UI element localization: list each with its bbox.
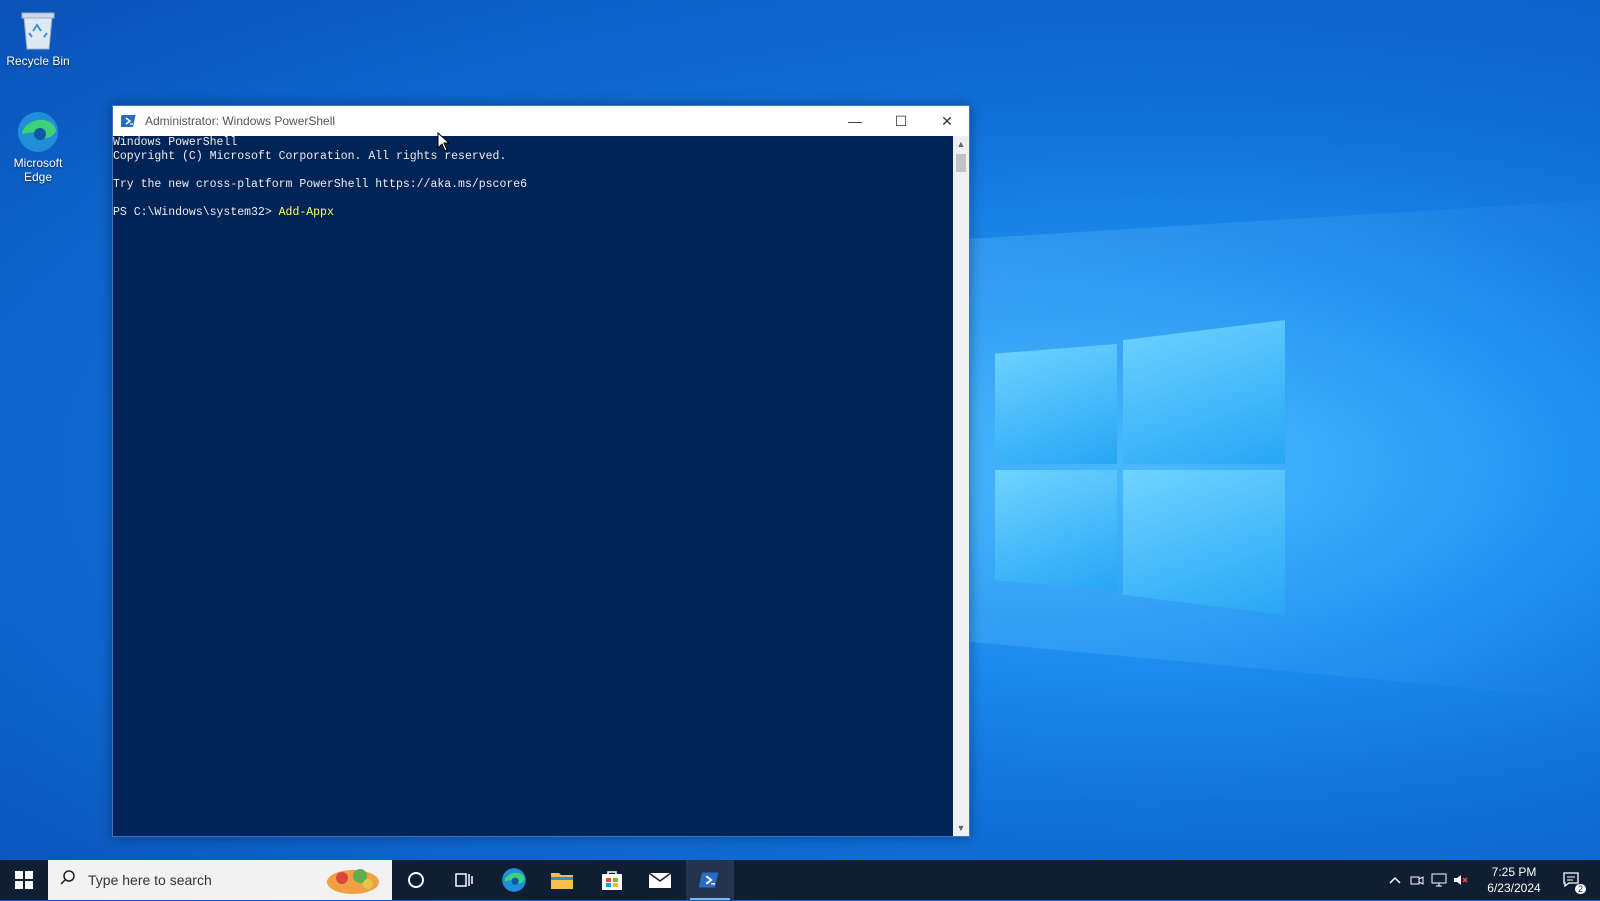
taskbar-powershell-button[interactable] (686, 860, 734, 900)
taskbar-search-box[interactable]: Type here to search (48, 860, 392, 900)
powershell-icon (119, 113, 137, 129)
network-icon (1431, 873, 1447, 887)
search-highlight-icon (322, 864, 384, 901)
edge-icon (502, 868, 526, 892)
cortana-icon (408, 872, 424, 888)
console-prompt: PS C:\Windows\system32> (113, 206, 279, 219)
minimize-button[interactable]: — (832, 106, 878, 136)
window-title: Administrator: Windows PowerShell (145, 114, 336, 128)
chevron-up-icon (1389, 876, 1401, 884)
search-icon (60, 869, 76, 891)
search-placeholder: Type here to search (88, 872, 212, 888)
show-hidden-icons-button[interactable] (1384, 860, 1406, 900)
taskbar-file-explorer-button[interactable] (538, 860, 586, 900)
maximize-button[interactable]: ☐ (878, 106, 924, 136)
powershell-window[interactable]: Administrator: Windows PowerShell — ☐ ✕ … (112, 105, 970, 837)
desktop-icon-recycle-bin[interactable]: Recycle Bin (0, 8, 76, 68)
window-titlebar[interactable]: Administrator: Windows PowerShell — ☐ ✕ (113, 106, 969, 136)
maximize-icon: ☐ (894, 112, 908, 129)
task-view-icon (455, 873, 473, 887)
console-line: Try the new cross-platform PowerShell ht… (113, 178, 528, 191)
console-scrollbar[interactable]: ▲ ▼ (953, 136, 969, 836)
windows-start-icon (15, 871, 33, 889)
console-line: Copyright (C) Microsoft Corporation. All… (113, 150, 507, 163)
taskbar-store-button[interactable] (588, 860, 636, 900)
tray-network-button[interactable] (1428, 860, 1450, 900)
mouse-cursor-icon (437, 131, 451, 157)
close-icon: ✕ (941, 112, 953, 129)
scrollbar-thumb[interactable] (956, 154, 966, 172)
cortana-button[interactable] (392, 860, 440, 900)
file-explorer-icon (551, 873, 573, 889)
mail-icon (648, 872, 672, 888)
camera-icon (1410, 876, 1424, 885)
desktop-icon-label: Recycle Bin (6, 54, 70, 68)
desktop-icon-label: Microsoft Edge (13, 156, 63, 184)
minimize-icon: — (848, 113, 862, 129)
taskbar: Type here to search 7:25 PM 6/23/2024 2 (0, 860, 1600, 900)
clock-date: 6/23/2024 (1487, 881, 1541, 895)
scroll-down-arrow-icon[interactable]: ▼ (953, 820, 969, 836)
console-command: Add-Appx (278, 206, 334, 219)
console-prompt-line[interactable]: PS C:\Windows\system32> Add-Appx (113, 206, 953, 220)
close-button[interactable]: ✕ (924, 106, 970, 136)
volume-muted-icon (1454, 875, 1468, 885)
clock-time: 7:25 PM (1491, 865, 1537, 879)
tray-volume-button[interactable] (1450, 860, 1472, 900)
taskbar-mail-button[interactable] (636, 860, 684, 900)
recycle-bin-icon (16, 8, 60, 52)
desktop-icon-edge[interactable]: Microsoft Edge (0, 110, 76, 184)
tray-meet-now-button[interactable] (1406, 860, 1428, 900)
start-button[interactable] (0, 860, 48, 900)
console-line: Windows PowerShell (113, 136, 238, 149)
powershell-icon (699, 872, 719, 888)
action-center-button[interactable]: 2 (1556, 860, 1588, 900)
notification-count-badge: 2 (1574, 884, 1586, 894)
edge-icon (16, 110, 60, 154)
taskbar-clock[interactable]: 7:25 PM 6/23/2024 (1478, 864, 1550, 896)
taskbar-edge-button[interactable] (490, 860, 538, 900)
console-output[interactable]: Windows PowerShell Copyright (C) Microso… (113, 136, 953, 836)
task-view-button[interactable] (440, 860, 488, 900)
store-icon (602, 871, 622, 890)
windows-wallpaper-logo (995, 320, 1285, 620)
scroll-up-arrow-icon[interactable]: ▲ (953, 136, 969, 152)
